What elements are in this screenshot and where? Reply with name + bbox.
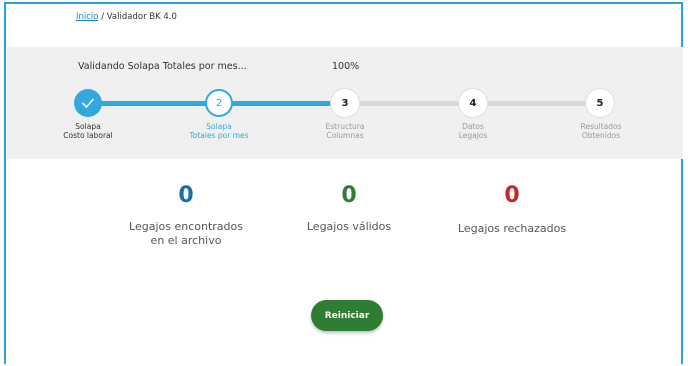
rejected-label: Legajos rechazados — [457, 222, 567, 235]
rejected-count: 0 — [504, 183, 520, 208]
valid-label: Legajos válidos — [306, 220, 392, 233]
found-label: Legajos encontrados en el archivo — [111, 220, 261, 248]
restart-button[interactable]: Reiniciar — [311, 300, 383, 331]
step-5-circle: 5 — [586, 89, 614, 117]
step-4-label-line2: Legajos — [458, 131, 488, 140]
found-label-line2: en el archivo — [150, 234, 222, 247]
step-4-circle: 4 — [459, 89, 487, 117]
step-1-label-line1: Solapa — [75, 122, 101, 131]
step-4-label-line1: Datos — [462, 122, 484, 131]
step-3-label-line1: Estructura — [325, 122, 365, 131]
step-1-label: Solapa Costo laboral — [43, 122, 133, 140]
step-5-label-line2: Obtenidos — [581, 131, 621, 140]
valid-count: 0 — [341, 183, 357, 208]
step-3-label: Estructura Columnas — [300, 122, 390, 140]
step-3-label-line2: Columnas — [326, 131, 364, 140]
progress-percent: 100% — [332, 61, 360, 72]
found-label-line1: Legajos encontrados — [129, 220, 243, 233]
step-1-label-line2: Costo laboral — [63, 131, 113, 140]
step-1-circle — [74, 89, 102, 117]
validation-status: Validando Solapa Totales por mes... — [78, 61, 247, 72]
check-icon — [82, 98, 94, 108]
found-count: 0 — [178, 183, 194, 208]
step-5-label-line1: Resultados — [580, 122, 622, 131]
breadcrumb-separator: / — [101, 12, 105, 22]
step-2-label-line2: Totales por mes — [189, 131, 249, 140]
step-2-label-line1: Solapa — [206, 122, 232, 131]
breadcrumb-current: Validador BK 4.0 — [106, 12, 177, 22]
step-2-label: Solapa Totales por mes — [174, 122, 264, 140]
breadcrumb-home-link[interactable]: Inicio — [76, 12, 99, 22]
step-4-label: Datos Legajos — [428, 122, 518, 140]
step-5-label: Resultados Obtenidos — [556, 122, 646, 140]
breadcrumb: Inicio / Validador BK 4.0 — [76, 12, 177, 22]
step-2-circle: 2 — [205, 89, 233, 117]
step-3-circle: 3 — [331, 89, 359, 117]
